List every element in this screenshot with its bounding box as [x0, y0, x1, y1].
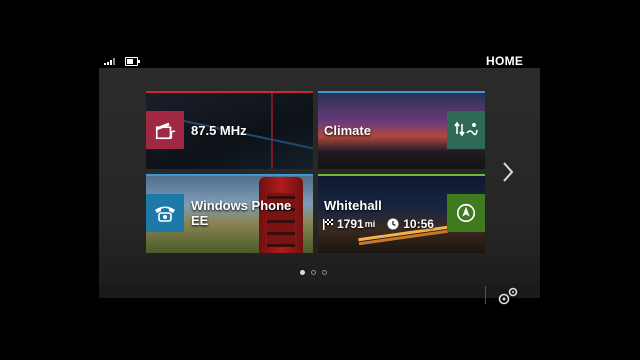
- gears-icon: [498, 287, 518, 305]
- battery-icon: [125, 57, 140, 66]
- next-page-arrow[interactable]: [500, 160, 516, 184]
- telephone-icon: [146, 194, 184, 232]
- signal-icon: [104, 57, 118, 65]
- phone-device-label: Windows Phone: [191, 198, 292, 213]
- distance-unit: mi: [364, 219, 376, 229]
- page-dot-2[interactable]: [311, 270, 316, 275]
- status-bar: HOME: [0, 0, 640, 68]
- page-dot-1[interactable]: [300, 270, 305, 275]
- radio-frequency-label: 87.5 MHz: [191, 123, 247, 138]
- page-title: HOME: [486, 54, 524, 68]
- phone-tile[interactable]: Windows Phone EE: [146, 174, 313, 253]
- radio-tile[interactable]: 87.5 MHz: [146, 91, 313, 169]
- climate-tile[interactable]: Climate: [318, 91, 485, 169]
- compass-arrow-icon: [447, 194, 485, 232]
- chevron-right-icon: [503, 162, 514, 182]
- footer-bar: [99, 284, 540, 298]
- media-clapper-icon: [146, 111, 184, 149]
- distance-value: 1791: [337, 217, 364, 231]
- airflow-icon: [447, 111, 485, 149]
- phone-booth-image: [259, 177, 303, 253]
- footer-divider: [485, 286, 486, 304]
- nav-stats: 1791 mi 10:56: [322, 217, 434, 231]
- navigation-tile[interactable]: Whitehall: [318, 174, 485, 253]
- destination-label: Whitehall: [324, 198, 382, 213]
- settings-button[interactable]: [497, 286, 521, 306]
- arrival-time: 10:56: [403, 217, 434, 231]
- phone-carrier-label: EE: [191, 213, 209, 228]
- clock-icon: [387, 218, 399, 230]
- checkered-flag-icon: [323, 219, 333, 230]
- climate-label: Climate: [324, 123, 371, 138]
- page-dot-3[interactable]: [322, 270, 327, 275]
- pagination-dots: [300, 270, 327, 276]
